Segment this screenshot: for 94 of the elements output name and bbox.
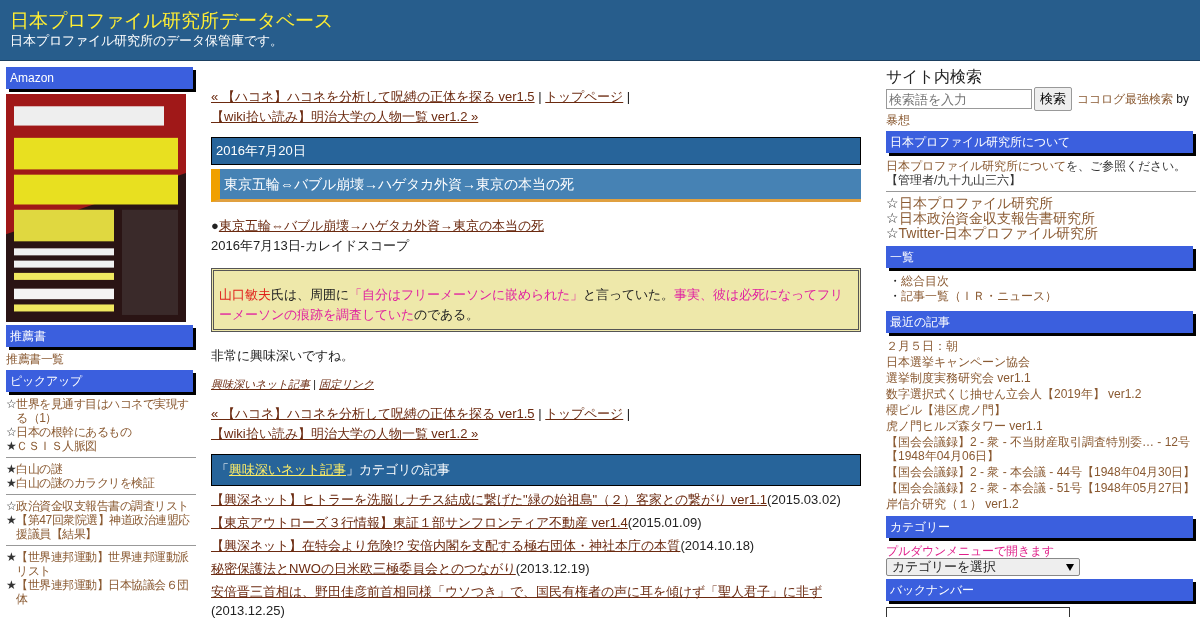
category-link[interactable]: 興味深いネット記事 <box>211 378 310 390</box>
about-text: を、ご参照ください。 <box>1066 159 1186 173</box>
previous-article-link[interactable]: « 【ハコネ】ハコネを分析して呪縛の正体を探る ver1.5 <box>211 406 535 421</box>
article-link[interactable]: 【興深ネット】ヒトラーを洗脳しナチス結成に繋げた"緑の始祖島"（２）客家との繋がり ver1.1 <box>211 492 767 507</box>
bullet-mark: ★ <box>6 439 17 453</box>
article-link[interactable]: 秘密保護法とNWOの日米欧三極委員会とのつながり <box>211 561 516 576</box>
sidebar-link[interactable]: 【第47回衆院選】神道政治連盟応援議員【結果】 <box>16 513 196 541</box>
article-link[interactable]: 【興深ネット】在特会より危険!? 安倍内閣を支配する極右団体・神社本庁の本質 <box>211 538 681 553</box>
date-bar: 2016年7月20日 <box>211 137 861 165</box>
source-link[interactable]: 東京五輪⇔バブル崩壊→ハゲタカ外資→東京の本当の死 <box>218 218 544 233</box>
bullet-mark: ・ <box>889 289 901 304</box>
about-link[interactable]: 日本プロファイル研究所について <box>886 159 1066 173</box>
dropdown-arrow-icon <box>1066 563 1074 571</box>
admin-text: 【管理者/九十九山三六】 <box>886 173 1023 187</box>
separator: | <box>626 406 631 421</box>
index-link[interactable]: 総合目次 <box>901 274 949 289</box>
recent-article-link[interactable]: 数字選択式くじ抽せん立会人【2019年】 ver1.2 <box>886 387 1196 401</box>
article-link[interactable]: 安倍晋三首相は、野田佳彦前首相同様「ウソつき」で、国民有権者の声に耳を傾けず「聖人君子」に非ず <box>211 584 822 599</box>
section-heading: バックナンバー <box>886 579 1193 601</box>
site-subtitle: 日本プロファイル研究所のデータ保管庫です。 <box>10 32 284 49</box>
site-link[interactable]: Twitter-日本プロファイル研究所 <box>898 226 1099 241</box>
recent-article-link[interactable]: 選挙制度実務研究会 ver1.1 <box>886 371 1196 385</box>
bullet-mark: ☆ <box>6 425 17 439</box>
sidebar-link[interactable]: 【世界連邦運動】日本協議会６団体 <box>16 578 196 606</box>
bullet-mark: ☆ <box>886 196 899 211</box>
top-page-link[interactable]: トップページ <box>545 89 624 104</box>
bullet-mark: ★ <box>6 462 17 476</box>
top-page-link[interactable]: トップページ <box>545 406 624 421</box>
dropdown-note: プルダウンメニューで開きます <box>886 544 1055 558</box>
recent-article-link[interactable]: ２月５日：朝 <box>886 339 1196 353</box>
sidebar-link[interactable]: 推薦書一覧 <box>6 352 64 366</box>
separator: | <box>626 89 631 104</box>
heading-text: 」カテゴリの記事 <box>346 462 450 477</box>
category-link[interactable]: 興味深いネット記事 <box>229 462 346 477</box>
recent-article-link[interactable]: 岸信介研究（１） ver1.2 <box>886 497 1196 511</box>
by-text: by <box>1176 91 1190 106</box>
search-credit-link[interactable]: ココログ最強検索 <box>1077 91 1173 106</box>
search-title: サイト内検索 <box>886 67 983 87</box>
source-meta: 2016年7月13日-カレイドスコープ <box>211 237 411 255</box>
bullet-mark: ☆ <box>886 211 899 226</box>
site-link[interactable]: 日本プロファイル研究所 <box>898 196 1053 211</box>
author-link[interactable]: 暴想 <box>886 113 910 127</box>
bullet-mark: ☆ <box>6 499 17 513</box>
recent-article-link[interactable]: 【国会会議録】2 - 衆 - 本会議 - 51号【1948年05月27日】 <box>886 481 1196 495</box>
bullet-mark: ・ <box>889 274 901 289</box>
separator: | <box>313 378 316 390</box>
sidebar-link[interactable]: 政治資金収支報告書の調査リスト <box>16 499 189 513</box>
recent-article-link[interactable]: 虎ノ門ヒルズ森タワー ver1.1 <box>886 419 1196 433</box>
section-heading: Amazon <box>6 67 193 89</box>
site-link[interactable]: 日本政治資金収支報告書研究所 <box>898 211 1095 226</box>
section-heading: 最近の記事 <box>886 311 1193 333</box>
sidebar-link[interactable]: ＣＳＩＳ人脈図 <box>16 439 97 453</box>
section-heading: カテゴリー <box>886 516 1193 538</box>
bullet-mark: ☆ <box>886 226 899 241</box>
bracket-text: 「 <box>216 462 229 477</box>
article-date: (2013.12.19) <box>515 561 590 576</box>
next-article-link[interactable]: 【wiki拾い読み】明治大学の人物一覧 ver1.2 » <box>211 424 479 444</box>
search-field[interactable]: 検索語を入力 <box>886 89 1032 109</box>
sidebar-link[interactable]: 世界を見通す目はハコネで実現する（1） <box>16 397 196 425</box>
recent-article-link[interactable]: 【国会会議録】2 - 衆 - 不当財産取引調査特別委… - 12号【1948年04月06日】 <box>886 435 1196 463</box>
article-date: (2013.12.25) <box>211 603 285 618</box>
category-select[interactable]: カテゴリーを選択 <box>886 558 1080 576</box>
recent-article-link[interactable]: 櫻ビル【港区虎ノ門】 <box>886 403 1196 417</box>
bullet-mark: ● <box>211 218 219 233</box>
section-heading: 推薦書 <box>6 325 193 347</box>
post-title: 東京五輪⇔バブル崩壊→ハゲタカ外資→東京の本当の死 <box>211 169 861 202</box>
sidebar-link[interactable]: 白山の謎のカラクリを検証 <box>16 476 155 490</box>
bullet-mark: ☆ <box>6 397 17 411</box>
recent-article-link[interactable]: 日本選挙キャンペーン協会 <box>886 355 1196 369</box>
bullet-mark: ★ <box>6 550 17 564</box>
sidebar-link[interactable]: 【世界連邦運動】世界連邦運動派リスト <box>16 550 196 578</box>
article-date: (2015.03.02) <box>767 492 841 507</box>
article-date: (2014.10.18) <box>680 538 755 553</box>
comment-text: 非常に興味深いですね。 <box>211 347 355 365</box>
section-heading: 一覧 <box>886 246 1193 268</box>
bullet-mark: ★ <box>6 578 17 592</box>
article-date: (2015.01.09) <box>627 515 702 530</box>
article-link[interactable]: 【東京アウトローズ３行情報】東証１部サンフロンティア不動産 ver1.4 <box>211 515 628 530</box>
site-title: 日本プロファイル研究所データベース <box>10 10 334 32</box>
permalink-link[interactable]: 固定リンク <box>319 378 374 390</box>
section-heading: ピックアップ <box>6 370 193 392</box>
separator: | <box>538 89 542 104</box>
section-heading: 日本プロファイル研究所について <box>886 131 1193 153</box>
bullet-mark: ★ <box>6 513 17 527</box>
sidebar-link[interactable]: 白山の謎 <box>16 462 63 476</box>
quote-text: 山口敏夫氏は、周囲に「自分はフリーメーソンに嵌められた」と言っていた。事実、彼は必死になってフリーメーソンの痕跡を調査していたのである。 <box>219 286 844 324</box>
index-link[interactable]: 記事一覧（ＩＲ・ニュース） <box>901 289 1057 304</box>
search-button[interactable]: 検索 <box>1034 87 1072 111</box>
previous-article-link[interactable]: « 【ハコネ】ハコネを分析して呪縛の正体を探る ver1.5 <box>211 89 535 104</box>
bullet-mark: ★ <box>6 476 17 490</box>
next-article-link[interactable]: 【wiki拾い読み】明治大学の人物一覧 ver1.2 » <box>211 107 479 127</box>
recent-article-link[interactable]: 【国会会議録】2 - 衆 - 本会議 - 44号【1948年04月30日】 <box>886 465 1196 479</box>
sidebar-link[interactable]: 日本の根幹にあるもの <box>16 425 132 439</box>
separator: | <box>538 406 542 421</box>
